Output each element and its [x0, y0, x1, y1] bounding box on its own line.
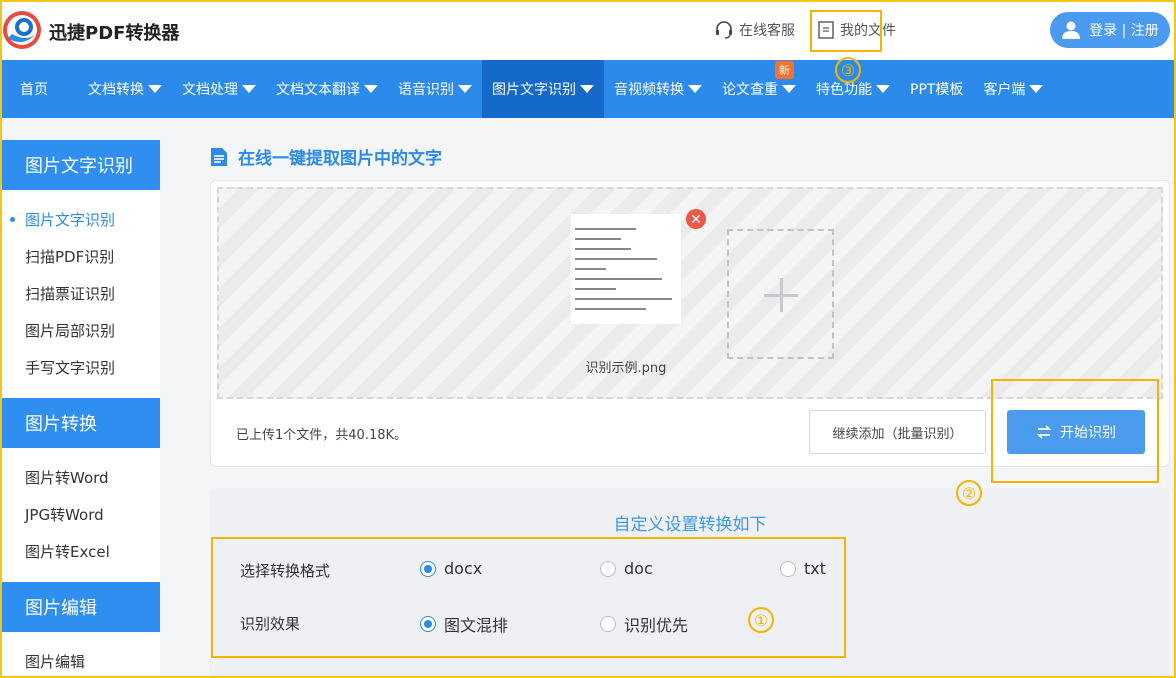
nav-item-3[interactable]: 文档文本翻译 — [266, 60, 388, 118]
main-nav: 首页 文档转换 文档处理 文档文本翻译 语音识别 图片文字识别 音视频转换 论文查重 特色功能 P… — [0, 60, 1176, 118]
caret-down-icon — [364, 85, 378, 93]
sidebar-item[interactable]: 扫描票证识别 — [0, 275, 160, 312]
sidebar-item[interactable]: 手写文字识别 — [0, 349, 160, 386]
upload-status: 已上传1个文件，共40.18K。 — [236, 428, 408, 443]
caret-down-icon — [580, 85, 594, 93]
nav-item-label: PPT模板 — [910, 82, 964, 98]
plus-icon — [764, 278, 798, 312]
nav-item-0[interactable]: 首页 — [0, 60, 78, 118]
settings-title: 自定义设置转换如下 — [613, 515, 767, 535]
sidebar-section-title[interactable]: 图片编辑 — [0, 582, 160, 632]
caret-down-icon — [688, 85, 702, 93]
caret-down-icon — [148, 85, 162, 93]
file-name: 识别示例.png — [585, 361, 667, 376]
nav-item-label: 文档文本翻译 — [276, 82, 360, 98]
nav-item-label: 论文查重 — [722, 82, 778, 98]
sidebar-item[interactable]: 图片转Excel — [0, 533, 160, 570]
nav-item-6[interactable]: 音视频转换 — [604, 60, 712, 118]
user-icon — [1062, 21, 1081, 39]
nav-item-label: 图片文字识别 — [492, 82, 576, 98]
nav-item-1[interactable]: 文档转换 — [78, 60, 172, 118]
close-icon: ✕ — [690, 211, 702, 227]
nav-item-label: 客户端 — [983, 82, 1026, 98]
online-service-label: 在线客服 — [739, 23, 795, 39]
nav-item-10[interactable]: 客户端 — [973, 60, 1053, 118]
nav-item-4[interactable]: 语音识别 — [388, 60, 482, 118]
sidebar-item[interactable]: 图片文字识别 — [0, 201, 160, 238]
sidebar: 图片文字识别 图片文字识别 扫描PDF识别 扫描票证识别 图片局部识别 手写文字识别 图片转… — [0, 140, 160, 678]
sidebar-item[interactable]: 图片编辑 — [0, 643, 160, 678]
nav-item-5[interactable]: 图片文字识别 — [482, 60, 604, 118]
caret-down-icon — [782, 85, 796, 93]
annotation-box-1 — [211, 537, 846, 658]
top-bar: 迅捷PDF转换器 在线客服 我的文件 登录 | 注册 — [0, 0, 1176, 60]
caret-down-icon — [458, 85, 472, 93]
add-more-button[interactable]: 继续添加（批量识别） — [809, 410, 986, 454]
add-file-box[interactable] — [727, 229, 834, 359]
sidebar-item[interactable]: 图片局部识别 — [0, 312, 160, 349]
sidebar-section-title[interactable]: 图片转换 — [0, 398, 160, 448]
doc-title-icon — [211, 147, 227, 166]
annotation-box-3 — [810, 10, 882, 52]
file-thumbnail[interactable] — [571, 214, 681, 324]
nav-item-2[interactable]: 文档处理 — [172, 60, 266, 118]
nav-item-label: 语音识别 — [398, 82, 454, 98]
remove-file-button[interactable]: ✕ — [686, 209, 706, 229]
nav-item-label: 首页 — [20, 82, 48, 98]
login-register-label: 登录 | 注册 — [1089, 23, 1159, 39]
sidebar-item[interactable]: JPG转Word — [0, 496, 160, 533]
sidebar-item[interactable]: 图片转Word — [0, 459, 160, 496]
caret-down-icon — [1029, 85, 1044, 93]
nav-item-label: 文档转换 — [88, 82, 144, 98]
annotation-box-2 — [991, 379, 1159, 483]
page-title: 在线一键提取图片中的文字 — [210, 144, 442, 169]
online-service-link[interactable]: 在线客服 — [714, 20, 795, 40]
drop-zone[interactable]: ✕ 识别示例.png — [217, 187, 1163, 399]
caret-down-icon — [876, 85, 890, 93]
nav-item-label: 音视频转换 — [614, 82, 684, 98]
new-badge: 新 — [775, 61, 794, 79]
caret-down-icon — [242, 85, 256, 93]
app-logo-icon[interactable] — [0, 8, 44, 52]
sidebar-item[interactable]: 扫描PDF识别 — [0, 238, 160, 275]
brand-name[interactable]: 迅捷PDF转换器 — [49, 19, 179, 45]
annotation-number-2: ② — [956, 480, 982, 506]
sidebar-section-title[interactable]: 图片文字识别 — [0, 140, 160, 190]
page-title-text: 在线一键提取图片中的文字 — [238, 149, 442, 169]
nav-item-label: 文档处理 — [182, 82, 238, 98]
nav-item-9[interactable]: PPT模板 — [900, 60, 973, 118]
annotation-number-1: ① — [748, 607, 774, 633]
headset-icon — [716, 21, 732, 39]
annotation-number-3: ③ — [835, 57, 861, 83]
login-register-button[interactable]: 登录 | 注册 — [1050, 12, 1170, 48]
